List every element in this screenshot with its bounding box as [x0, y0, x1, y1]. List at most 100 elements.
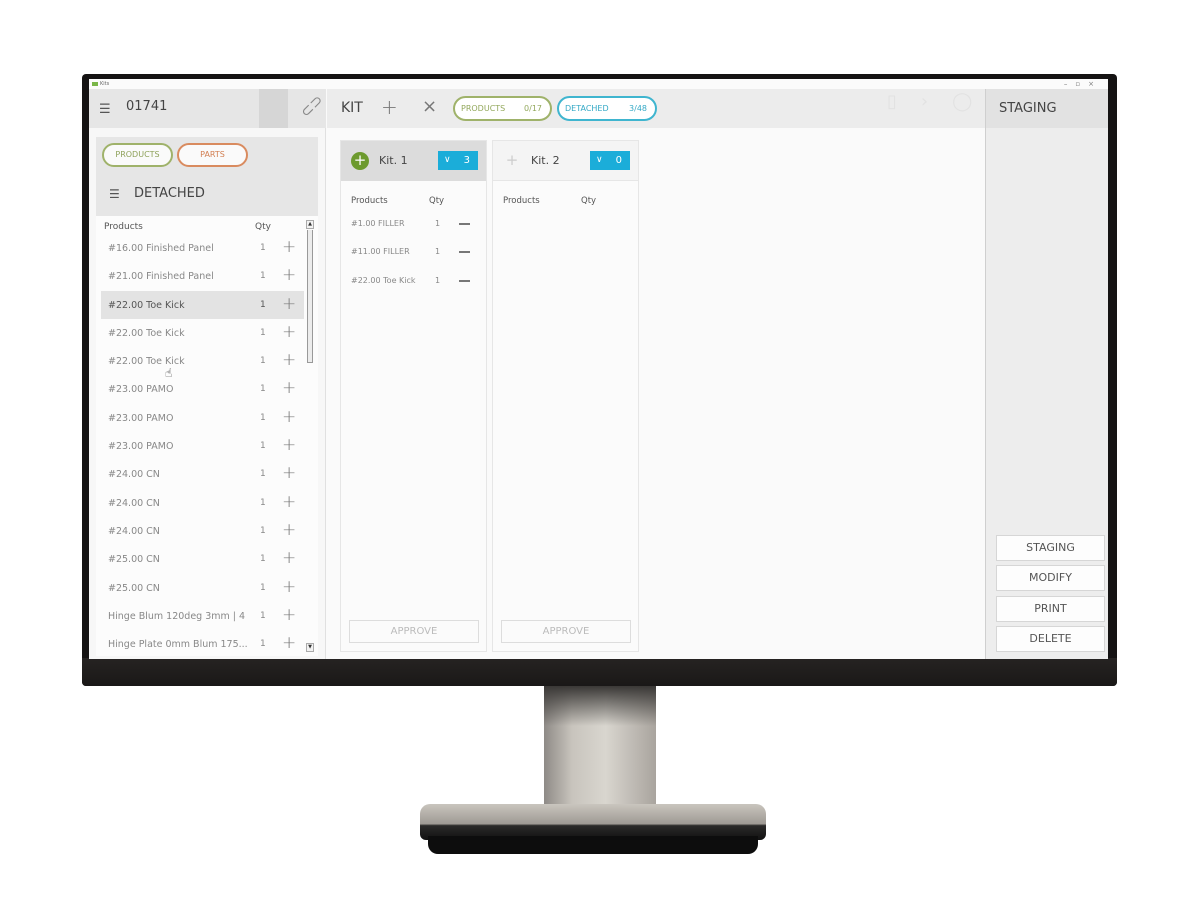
- list-item[interactable]: Hinge Blum 120deg 3mm | 4 1 +: [101, 602, 304, 630]
- product-name: #23.00 PAMO: [108, 412, 174, 424]
- kit-title: KIT: [341, 100, 363, 116]
- add-kit-button[interactable]: +: [381, 95, 398, 119]
- app-window: Kits –▫× ☰ 01741 ⊂⊃ KIT + × PRODUCTS 0/1…: [89, 79, 1108, 659]
- products-progress-pill[interactable]: PRODUCTS 0/17: [453, 96, 552, 121]
- list-item[interactable]: #24.00 CN 1 +: [101, 460, 304, 488]
- product-qty: 1: [260, 582, 266, 593]
- add-to-kit-button[interactable]: +: [282, 322, 296, 342]
- approve-button[interactable]: APPROVE: [501, 620, 631, 643]
- product-qty: 1: [260, 384, 266, 395]
- list-item[interactable]: #16.00 Finished Panel 1 +: [101, 234, 304, 262]
- add-to-kit-button[interactable]: +: [282, 463, 296, 483]
- kit-item[interactable]: #1.00 FILLER 1: [351, 215, 481, 243]
- product-qty: 1: [260, 525, 266, 536]
- scroll-up-button[interactable]: ▲: [306, 220, 314, 229]
- add-to-kit-button[interactable]: +: [282, 577, 296, 597]
- kit-card-header[interactable]: + Kit. 2 ∨ 0: [493, 141, 638, 181]
- add-to-kit-button[interactable]: +: [282, 548, 296, 568]
- kit-rows: #1.00 FILLER 1 #11.00 FILLER 1 #22.00 Toe Ki…: [351, 215, 481, 300]
- staging-header: STAGING: [985, 89, 1108, 128]
- remove-kit-button[interactable]: ×: [422, 96, 437, 117]
- kit-item[interactable]: #11.00 FILLER 1: [351, 243, 481, 271]
- kit-card[interactable]: + Kit. 1 ∨ 3 Products Qty #1.00 FILLER 1 #…: [340, 140, 487, 652]
- add-to-kit-button[interactable]: +: [282, 350, 296, 370]
- list-item[interactable]: #25.00 CN 1 +: [101, 574, 304, 602]
- product-qty: 1: [260, 356, 266, 367]
- print-button[interactable]: PRINT: [996, 596, 1105, 622]
- minimize-button[interactable]: –: [1064, 80, 1076, 88]
- scroll-down-button[interactable]: ▼: [306, 643, 314, 652]
- add-to-kit-button[interactable]: +: [282, 435, 296, 455]
- add-to-kit-button[interactable]: +: [282, 633, 296, 653]
- sliders-icon[interactable]: ☰: [99, 102, 111, 117]
- add-to-kit-button[interactable]: +: [282, 237, 296, 257]
- list-item[interactable]: #22.00 Toe Kick 1 +: [101, 347, 304, 375]
- product-name: #24.00 CN: [108, 525, 160, 537]
- pill-count: 0/17: [524, 104, 542, 113]
- add-to-kit-button[interactable]: +: [282, 605, 296, 625]
- sliders-icon[interactable]: ☰: [109, 187, 120, 201]
- product-name: #23.00 PAMO: [108, 384, 174, 396]
- kit-header: KIT + × PRODUCTS 0/17 DETACHED 3/48 ▯›◯⌂…: [327, 89, 1043, 128]
- list-item[interactable]: #23.00 PAMO 1 +: [101, 432, 304, 460]
- kit-name: Kit. 1: [379, 154, 408, 167]
- kit-count-dropdown[interactable]: ∨ 0: [590, 151, 630, 170]
- remove-from-kit-button[interactable]: [459, 279, 470, 282]
- kit-item[interactable]: #22.00 Toe Kick 1: [351, 272, 481, 300]
- product-name: #23.00 PAMO: [108, 441, 174, 453]
- list-item[interactable]: Hinge Plate 0mm Blum 175... 1 +: [101, 630, 304, 656]
- staging-button[interactable]: STAGING: [996, 535, 1105, 561]
- add-to-kit-button[interactable]: +: [282, 294, 296, 314]
- bookmark-icon[interactable]: ▯: [887, 91, 921, 112]
- detached-progress-pill[interactable]: DETACHED 3/48: [557, 96, 657, 121]
- add-to-kit-button[interactable]: +: [282, 378, 296, 398]
- list-item[interactable]: #22.00 Toe Kick 1 +: [101, 319, 304, 347]
- column-products: Products: [104, 222, 143, 232]
- product-qty: 1: [260, 441, 266, 452]
- window-controls: –▫×: [1064, 79, 1102, 89]
- list-scrollbar[interactable]: ▲ ▼: [306, 220, 314, 652]
- list-item[interactable]: #23.00 PAMO 1 +: [101, 404, 304, 432]
- list-item[interactable]: #25.00 CN 1 +: [101, 545, 304, 573]
- add-to-kit-button[interactable]: +: [282, 520, 296, 540]
- list-item[interactable]: #24.00 CN 1 +: [101, 489, 304, 517]
- staging-panel: STAGING MODIFY PRINT DELETE: [985, 128, 1108, 659]
- close-window-button[interactable]: ×: [1088, 80, 1102, 88]
- filter-chip-parts[interactable]: PARTS: [177, 143, 248, 167]
- product-name: #24.00 CN: [108, 469, 160, 481]
- detached-list: Products Qty #16.00 Finished Panel 1 + #21.…: [96, 216, 318, 656]
- product-qty: 1: [260, 271, 266, 282]
- product-qty: 1: [260, 554, 266, 565]
- kit-count-dropdown[interactable]: ∨ 3: [438, 151, 478, 170]
- column-qty: Qty: [581, 196, 597, 206]
- monitor-stand-base: [420, 804, 766, 840]
- kit-card[interactable]: + Kit. 2 ∨ 0 Products Qty APPROVE: [492, 140, 639, 652]
- product-name: Hinge Plate 0mm Blum 175...: [108, 639, 248, 651]
- list-item[interactable]: #23.00 PAMO 1 +: [101, 375, 304, 403]
- maximize-button[interactable]: ▫: [1075, 80, 1088, 88]
- filter-chip-products[interactable]: PRODUCTS: [102, 143, 173, 167]
- add-to-kit-icon[interactable]: +: [351, 152, 369, 170]
- section-title: DETACHED: [134, 186, 205, 201]
- list-item[interactable]: #21.00 Finished Panel 1 +: [101, 262, 304, 290]
- approve-button[interactable]: APPROVE: [349, 620, 479, 643]
- add-to-kit-icon[interactable]: +: [503, 152, 521, 170]
- scroll-thumb[interactable]: [307, 230, 313, 363]
- list-item[interactable]: #24.00 CN 1 +: [101, 517, 304, 545]
- remove-from-kit-button[interactable]: [459, 251, 470, 254]
- delete-button[interactable]: DELETE: [996, 626, 1105, 652]
- kit-card-header[interactable]: + Kit. 1 ∨ 3: [341, 141, 486, 181]
- monitor-stand-shadow: [544, 686, 656, 726]
- list-item[interactable]: #22.00 Toe Kick 1 +: [101, 290, 304, 319]
- chevron-right-icon[interactable]: ›: [921, 91, 952, 112]
- add-to-kit-button[interactable]: +: [282, 407, 296, 427]
- detached-rows: #16.00 Finished Panel 1 + #21.00 Finished P…: [101, 234, 304, 656]
- detached-panel: PRODUCTS PARTS ☰ DETACHED Products Qty #…: [89, 128, 326, 659]
- add-to-kit-button[interactable]: +: [282, 492, 296, 512]
- header-separator: [259, 89, 288, 128]
- modify-button[interactable]: MODIFY: [996, 565, 1105, 591]
- link-icon[interactable]: ⊂⊃: [296, 91, 327, 122]
- remove-from-kit-button[interactable]: [459, 223, 470, 225]
- product-name: #24.00 CN: [108, 497, 160, 509]
- add-to-kit-button[interactable]: +: [282, 265, 296, 285]
